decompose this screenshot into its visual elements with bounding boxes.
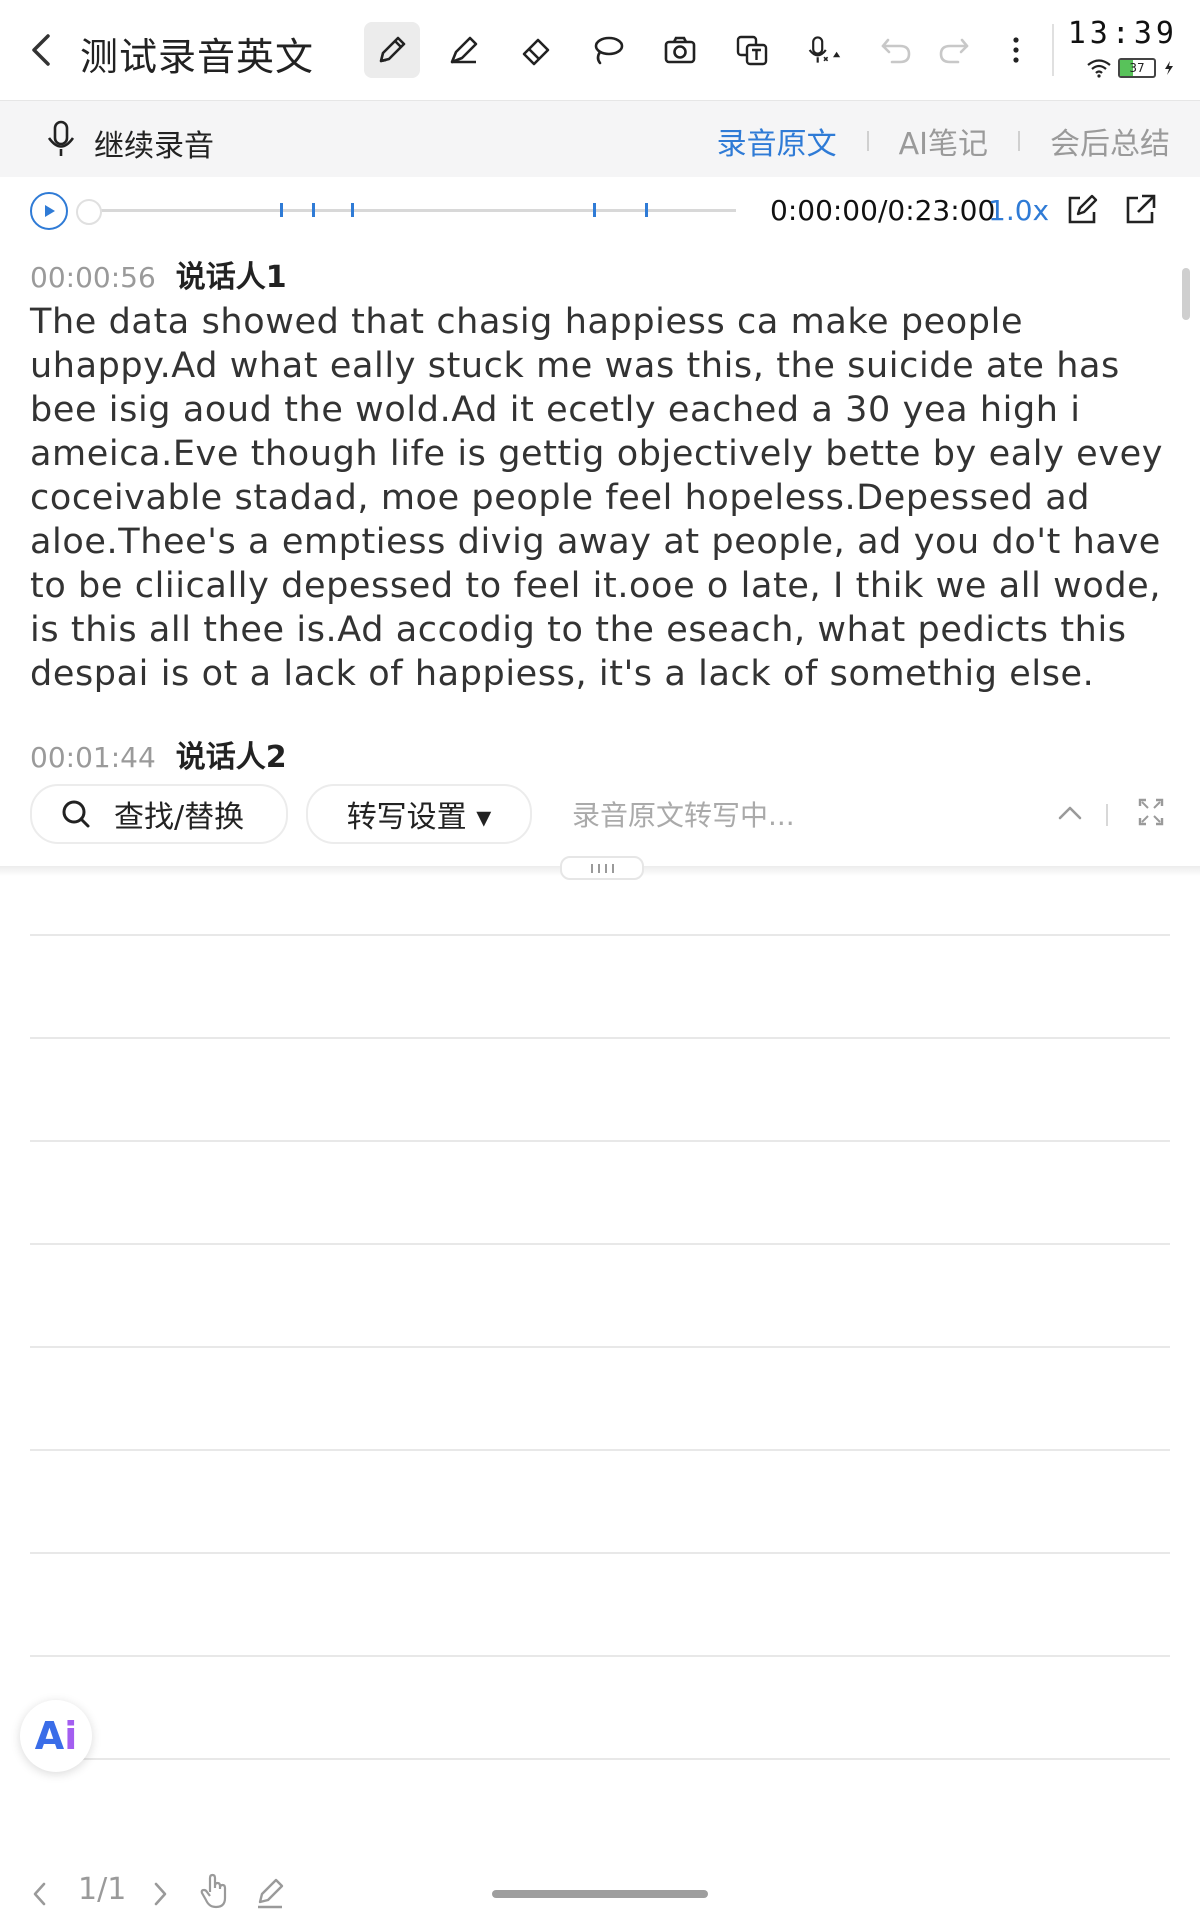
edit-icon[interactable] <box>1064 192 1100 228</box>
search-icon <box>62 800 90 828</box>
segment-header: 00:00:56 说话人1 <box>30 252 287 296</box>
camera-icon <box>664 36 696 64</box>
mic-settings-button[interactable] <box>796 22 852 78</box>
charging-icon <box>1165 61 1173 75</box>
status-time: 13:39 <box>1067 16 1178 51</box>
play-icon <box>45 205 55 217</box>
segment-header: 00:01:44 说话人2 <box>30 732 287 776</box>
tab-divider <box>866 131 869 151</box>
note-line <box>30 934 1170 936</box>
recording-subbar: 继续录音 录音原文 AI笔记 会后总结 <box>0 101 1200 177</box>
eraser-icon <box>522 38 550 66</box>
ai-logo-i: i <box>64 1714 78 1758</box>
toolbar-divider <box>1052 24 1054 76</box>
panel-drag-handle[interactable] <box>560 856 644 880</box>
find-replace-button[interactable]: 查找/替换 <box>30 784 288 844</box>
battery-level: 37 <box>1129 61 1145 75</box>
note-line <box>30 1140 1170 1142</box>
highlighter-tool-button[interactable] <box>436 22 492 78</box>
note-line <box>30 1449 1170 1451</box>
top-bar: 测试录音英文 13:39 37 <box>0 0 1200 101</box>
wifi-icon <box>1087 59 1111 78</box>
scrollbar[interactable] <box>1182 268 1190 320</box>
find-replace-label: 查找/替换 <box>114 800 245 835</box>
bookmark-marker[interactable] <box>279 203 283 217</box>
transcript-toolbar: 查找/替换 转写设置 ▾ 录音原文转写中... <box>0 784 1200 864</box>
segment-text[interactable]: The data showed that chasig happiess ca … <box>30 300 1170 696</box>
touch-mode-icon[interactable] <box>198 1872 230 1910</box>
view-tabs: 录音原文 AI笔记 会后总结 <box>717 119 1170 163</box>
mic-icon[interactable] <box>44 119 78 159</box>
note-line <box>30 1758 1170 1760</box>
redo-icon <box>939 38 969 64</box>
note-line <box>30 1243 1170 1245</box>
note-line <box>30 1346 1170 1348</box>
playback-time: 0:00:00/0:23:00 <box>770 194 996 227</box>
highlighter-icon <box>450 36 478 64</box>
audio-player: 0:00:00/0:23:00 1.0x <box>0 182 1200 238</box>
speaker-label[interactable]: 说话人2 <box>176 732 287 776</box>
play-button[interactable] <box>30 192 68 230</box>
pen-icon <box>379 36 406 63</box>
bookmark-marker[interactable] <box>644 203 648 217</box>
lasso-tool-button[interactable] <box>580 22 636 78</box>
tab-divider <box>1018 131 1020 151</box>
undo-icon <box>881 38 911 64</box>
segment-time[interactable]: 00:01:44 <box>30 741 156 774</box>
back-button[interactable] <box>22 26 62 74</box>
continue-recording-button[interactable]: 继续录音 <box>94 121 214 165</box>
home-indicator[interactable] <box>492 1890 708 1898</box>
ai-logo-a: A <box>34 1714 65 1758</box>
speaker-label[interactable]: 说话人1 <box>176 252 287 296</box>
tab-transcript[interactable]: 录音原文 <box>717 119 837 163</box>
camera-tool-button[interactable] <box>652 22 708 78</box>
redo-button[interactable] <box>926 22 982 78</box>
lasso-icon <box>594 36 624 65</box>
chevron-up-icon[interactable] <box>1056 792 1084 832</box>
share-icon[interactable] <box>1122 192 1158 228</box>
fullscreen-icon[interactable] <box>1136 794 1166 830</box>
undo-button[interactable] <box>868 22 924 78</box>
more-button[interactable] <box>988 22 1044 78</box>
chevron-left-icon <box>32 34 50 66</box>
translate-tool-button[interactable] <box>724 22 780 78</box>
note-line <box>30 1655 1170 1657</box>
next-page-icon[interactable] <box>150 1880 170 1908</box>
tab-ai-notes[interactable]: AI笔记 <box>899 119 988 163</box>
transcribing-status: 录音原文转写中... <box>572 799 795 832</box>
segment-time[interactable]: 00:00:56 <box>30 261 156 294</box>
speed-button[interactable]: 1.0x <box>988 194 1049 227</box>
bookmark-marker[interactable] <box>312 203 316 217</box>
mic-settings-icon <box>808 36 841 63</box>
progress-track[interactable] <box>84 209 736 212</box>
pen-mode-icon[interactable] <box>254 1874 286 1910</box>
page-title: 测试录音英文 <box>80 35 315 79</box>
ai-assistant-button[interactable]: Ai <box>20 1700 92 1772</box>
pen-tool-button[interactable] <box>364 22 420 78</box>
bookmark-marker[interactable] <box>351 203 355 217</box>
transcribe-settings-button[interactable]: 转写设置 ▾ <box>306 784 532 844</box>
note-line <box>30 1552 1170 1554</box>
bookmark-marker[interactable] <box>592 203 596 217</box>
bottom-bar: 1/1 <box>0 1864 1200 1920</box>
status-icons: 37 <box>1086 58 1176 78</box>
tab-summary[interactable]: 会后总结 <box>1050 119 1170 163</box>
more-icon <box>1013 37 1019 63</box>
eraser-tool-button[interactable] <box>508 22 564 78</box>
note-line <box>30 1037 1170 1039</box>
translate-icon <box>736 35 768 66</box>
transcribe-settings-label: 转写设置 ▾ <box>346 800 492 835</box>
toolbar-divider <box>1106 804 1108 826</box>
prev-page-icon[interactable] <box>30 1880 50 1908</box>
page-indicator: 1/1 <box>78 1872 127 1907</box>
battery-icon: 37 <box>1118 58 1156 78</box>
progress-knob[interactable] <box>76 199 102 225</box>
